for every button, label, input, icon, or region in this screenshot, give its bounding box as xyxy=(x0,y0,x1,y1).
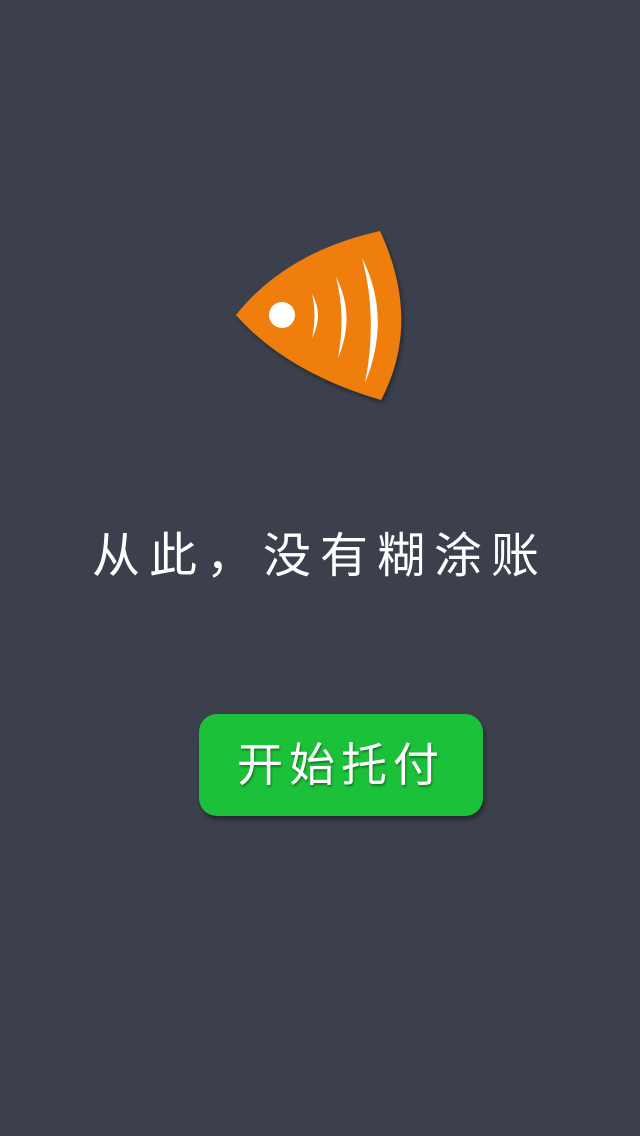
start-entrust-button[interactable]: 开始托付 xyxy=(199,714,483,816)
tagline-text: 从此，没有糊涂账 xyxy=(91,528,548,584)
splash-screen: 从此，没有糊涂账 开始托付 xyxy=(0,0,640,1136)
fish-logo-icon xyxy=(226,222,416,412)
start-entrust-button-label: 开始托付 xyxy=(237,738,445,792)
fish-eye xyxy=(269,302,295,328)
